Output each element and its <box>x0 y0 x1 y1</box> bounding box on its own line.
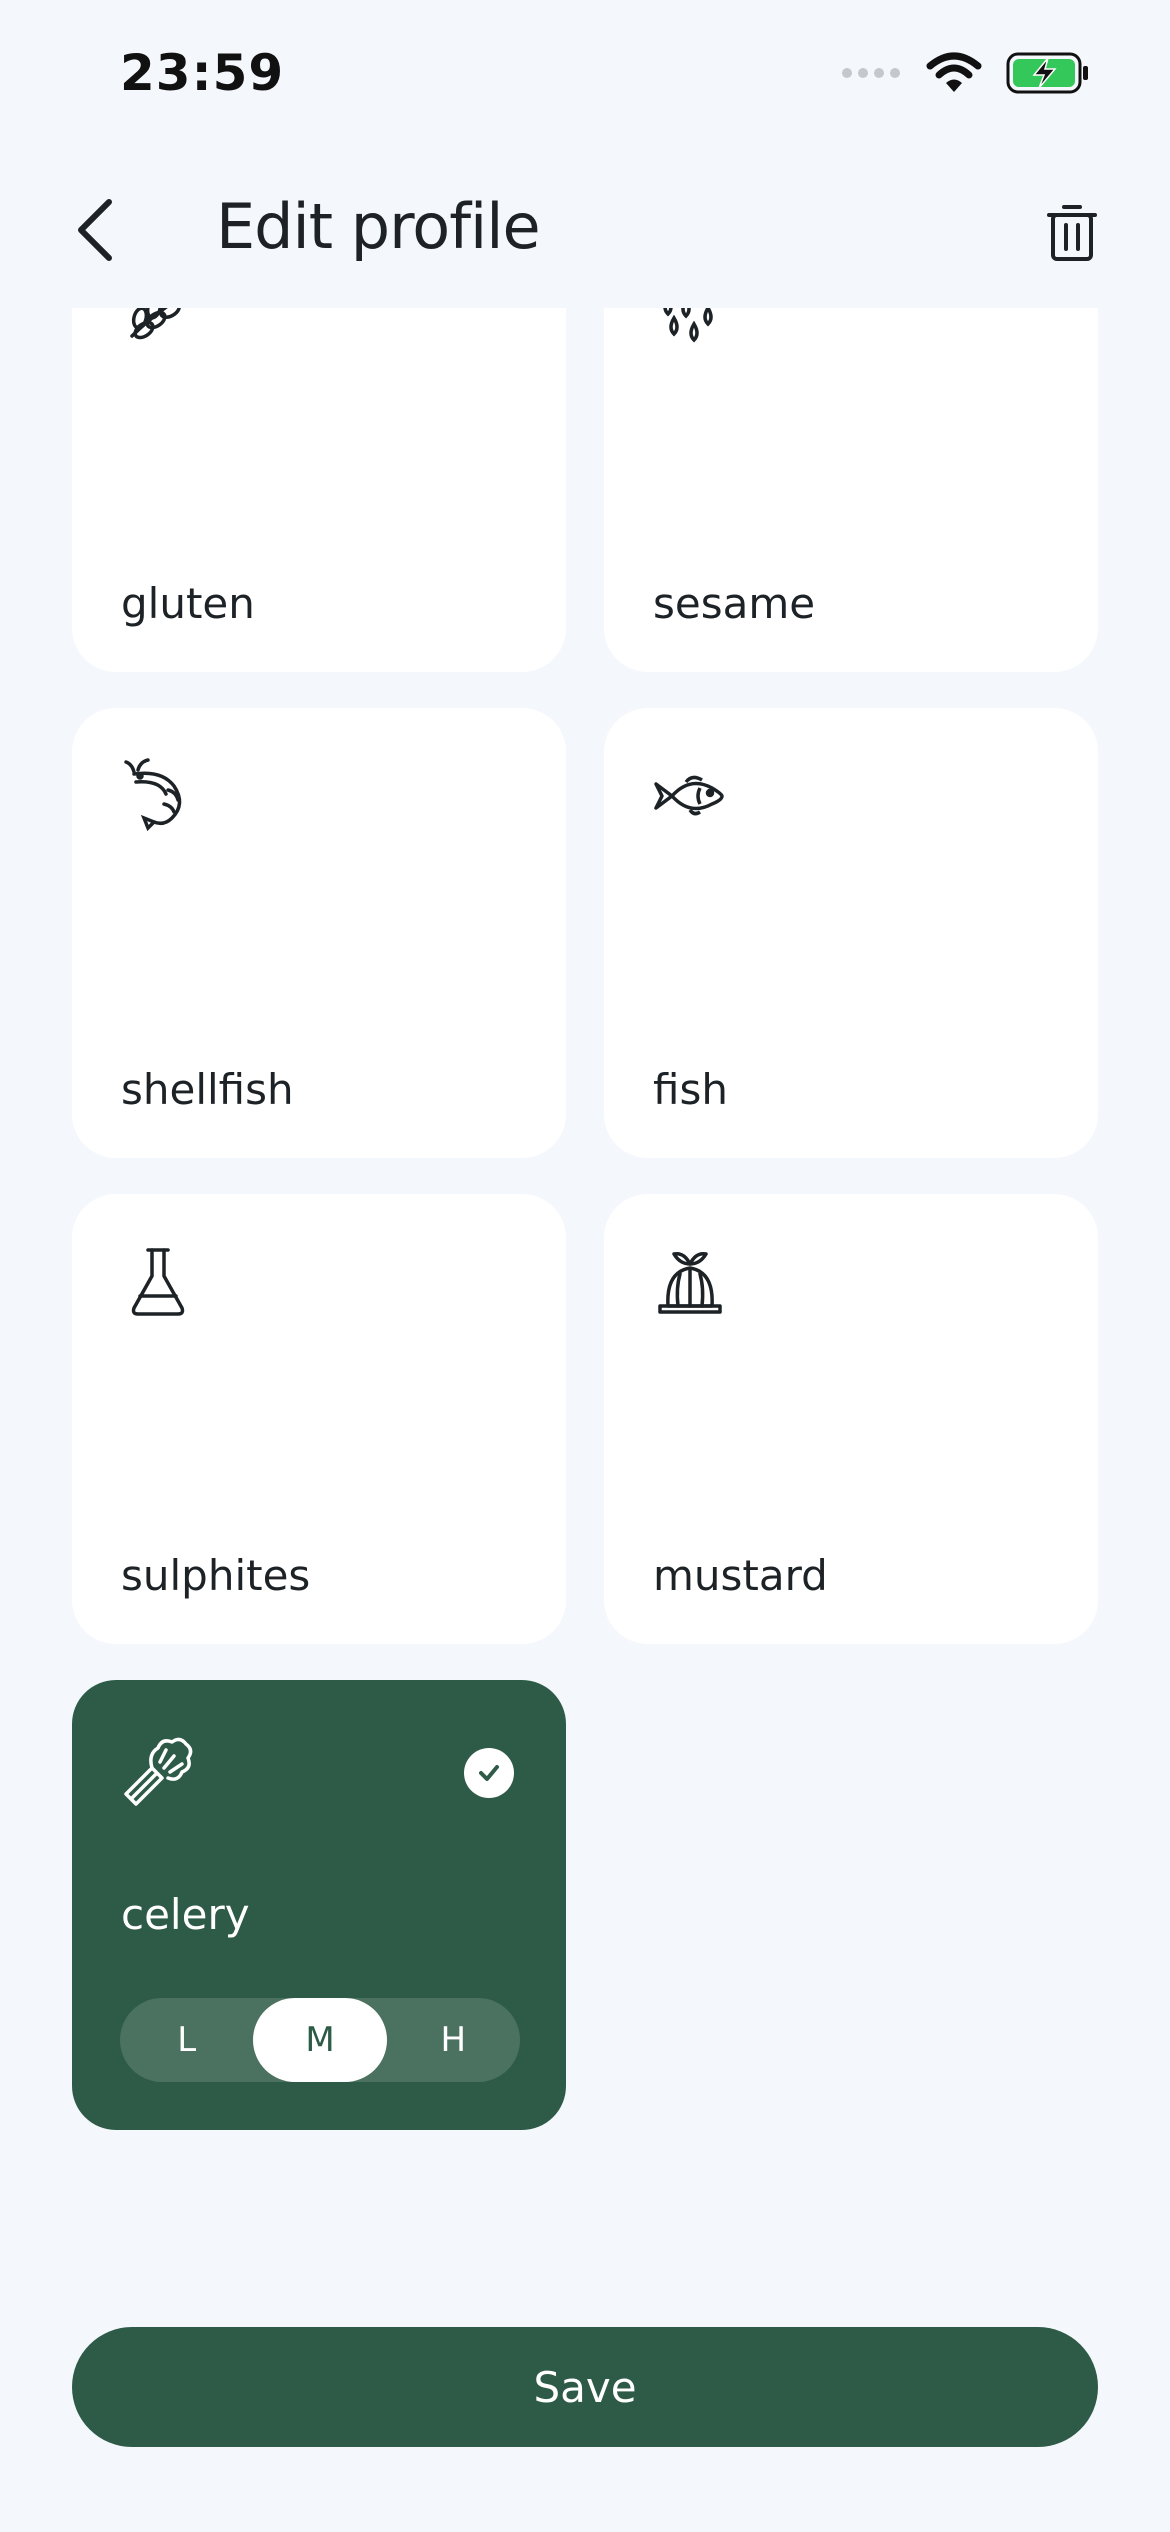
fish-icon <box>650 756 730 836</box>
battery-charging-icon <box>1006 52 1090 94</box>
allergen-card-sulphites[interactable]: sulphites <box>72 1194 566 1644</box>
allergen-list[interactable]: gluten sesame shellfish fish sulphites m… <box>0 308 1170 2308</box>
delete-profile-button[interactable] <box>1024 185 1120 281</box>
chevron-left-icon <box>73 198 117 262</box>
allergen-label: sesame <box>653 579 816 628</box>
allergen-card-gluten[interactable]: gluten <box>72 308 566 672</box>
allergen-card-fish[interactable]: fish <box>604 708 1098 1158</box>
level-option-high[interactable]: H <box>387 1998 520 2082</box>
allergen-label: shellfish <box>121 1065 294 1114</box>
save-button[interactable]: Save <box>72 2327 1098 2447</box>
allergen-label: sulphites <box>121 1551 311 1600</box>
status-icons <box>840 52 1090 94</box>
allergen-label: gluten <box>121 579 255 628</box>
seeds-icon <box>650 308 730 350</box>
status-time: 23:59 <box>120 44 285 102</box>
jelly-mould-icon <box>650 1242 730 1322</box>
flask-icon <box>118 1242 198 1322</box>
status-bar: 23:59 <box>0 0 1170 150</box>
allergen-card-mustard[interactable]: mustard <box>604 1194 1098 1644</box>
severity-level-toggle: L M H <box>120 1998 520 2082</box>
allergen-label: mustard <box>653 1551 828 1600</box>
allergen-label: celery <box>121 1890 250 1939</box>
level-option-low[interactable]: L <box>120 1998 253 2082</box>
allergen-label: fish <box>653 1065 728 1114</box>
header: Edit profile <box>0 160 1170 300</box>
allergen-card-sesame[interactable]: sesame <box>604 308 1098 672</box>
wifi-icon <box>926 52 982 94</box>
allergen-card-celery[interactable]: celery L M H <box>72 1680 566 2130</box>
selected-check-icon <box>464 1748 514 1798</box>
celery-icon <box>118 1728 198 1808</box>
back-button[interactable] <box>50 185 140 275</box>
allergen-card-shellfish[interactable]: shellfish <box>72 708 566 1158</box>
level-option-medium[interactable]: M <box>253 1998 387 2082</box>
page-title: Edit profile <box>216 190 541 263</box>
signal-dots-icon <box>840 66 902 80</box>
shrimp-icon <box>118 756 198 836</box>
trash-icon <box>1046 203 1098 263</box>
wheat-icon <box>118 308 198 350</box>
